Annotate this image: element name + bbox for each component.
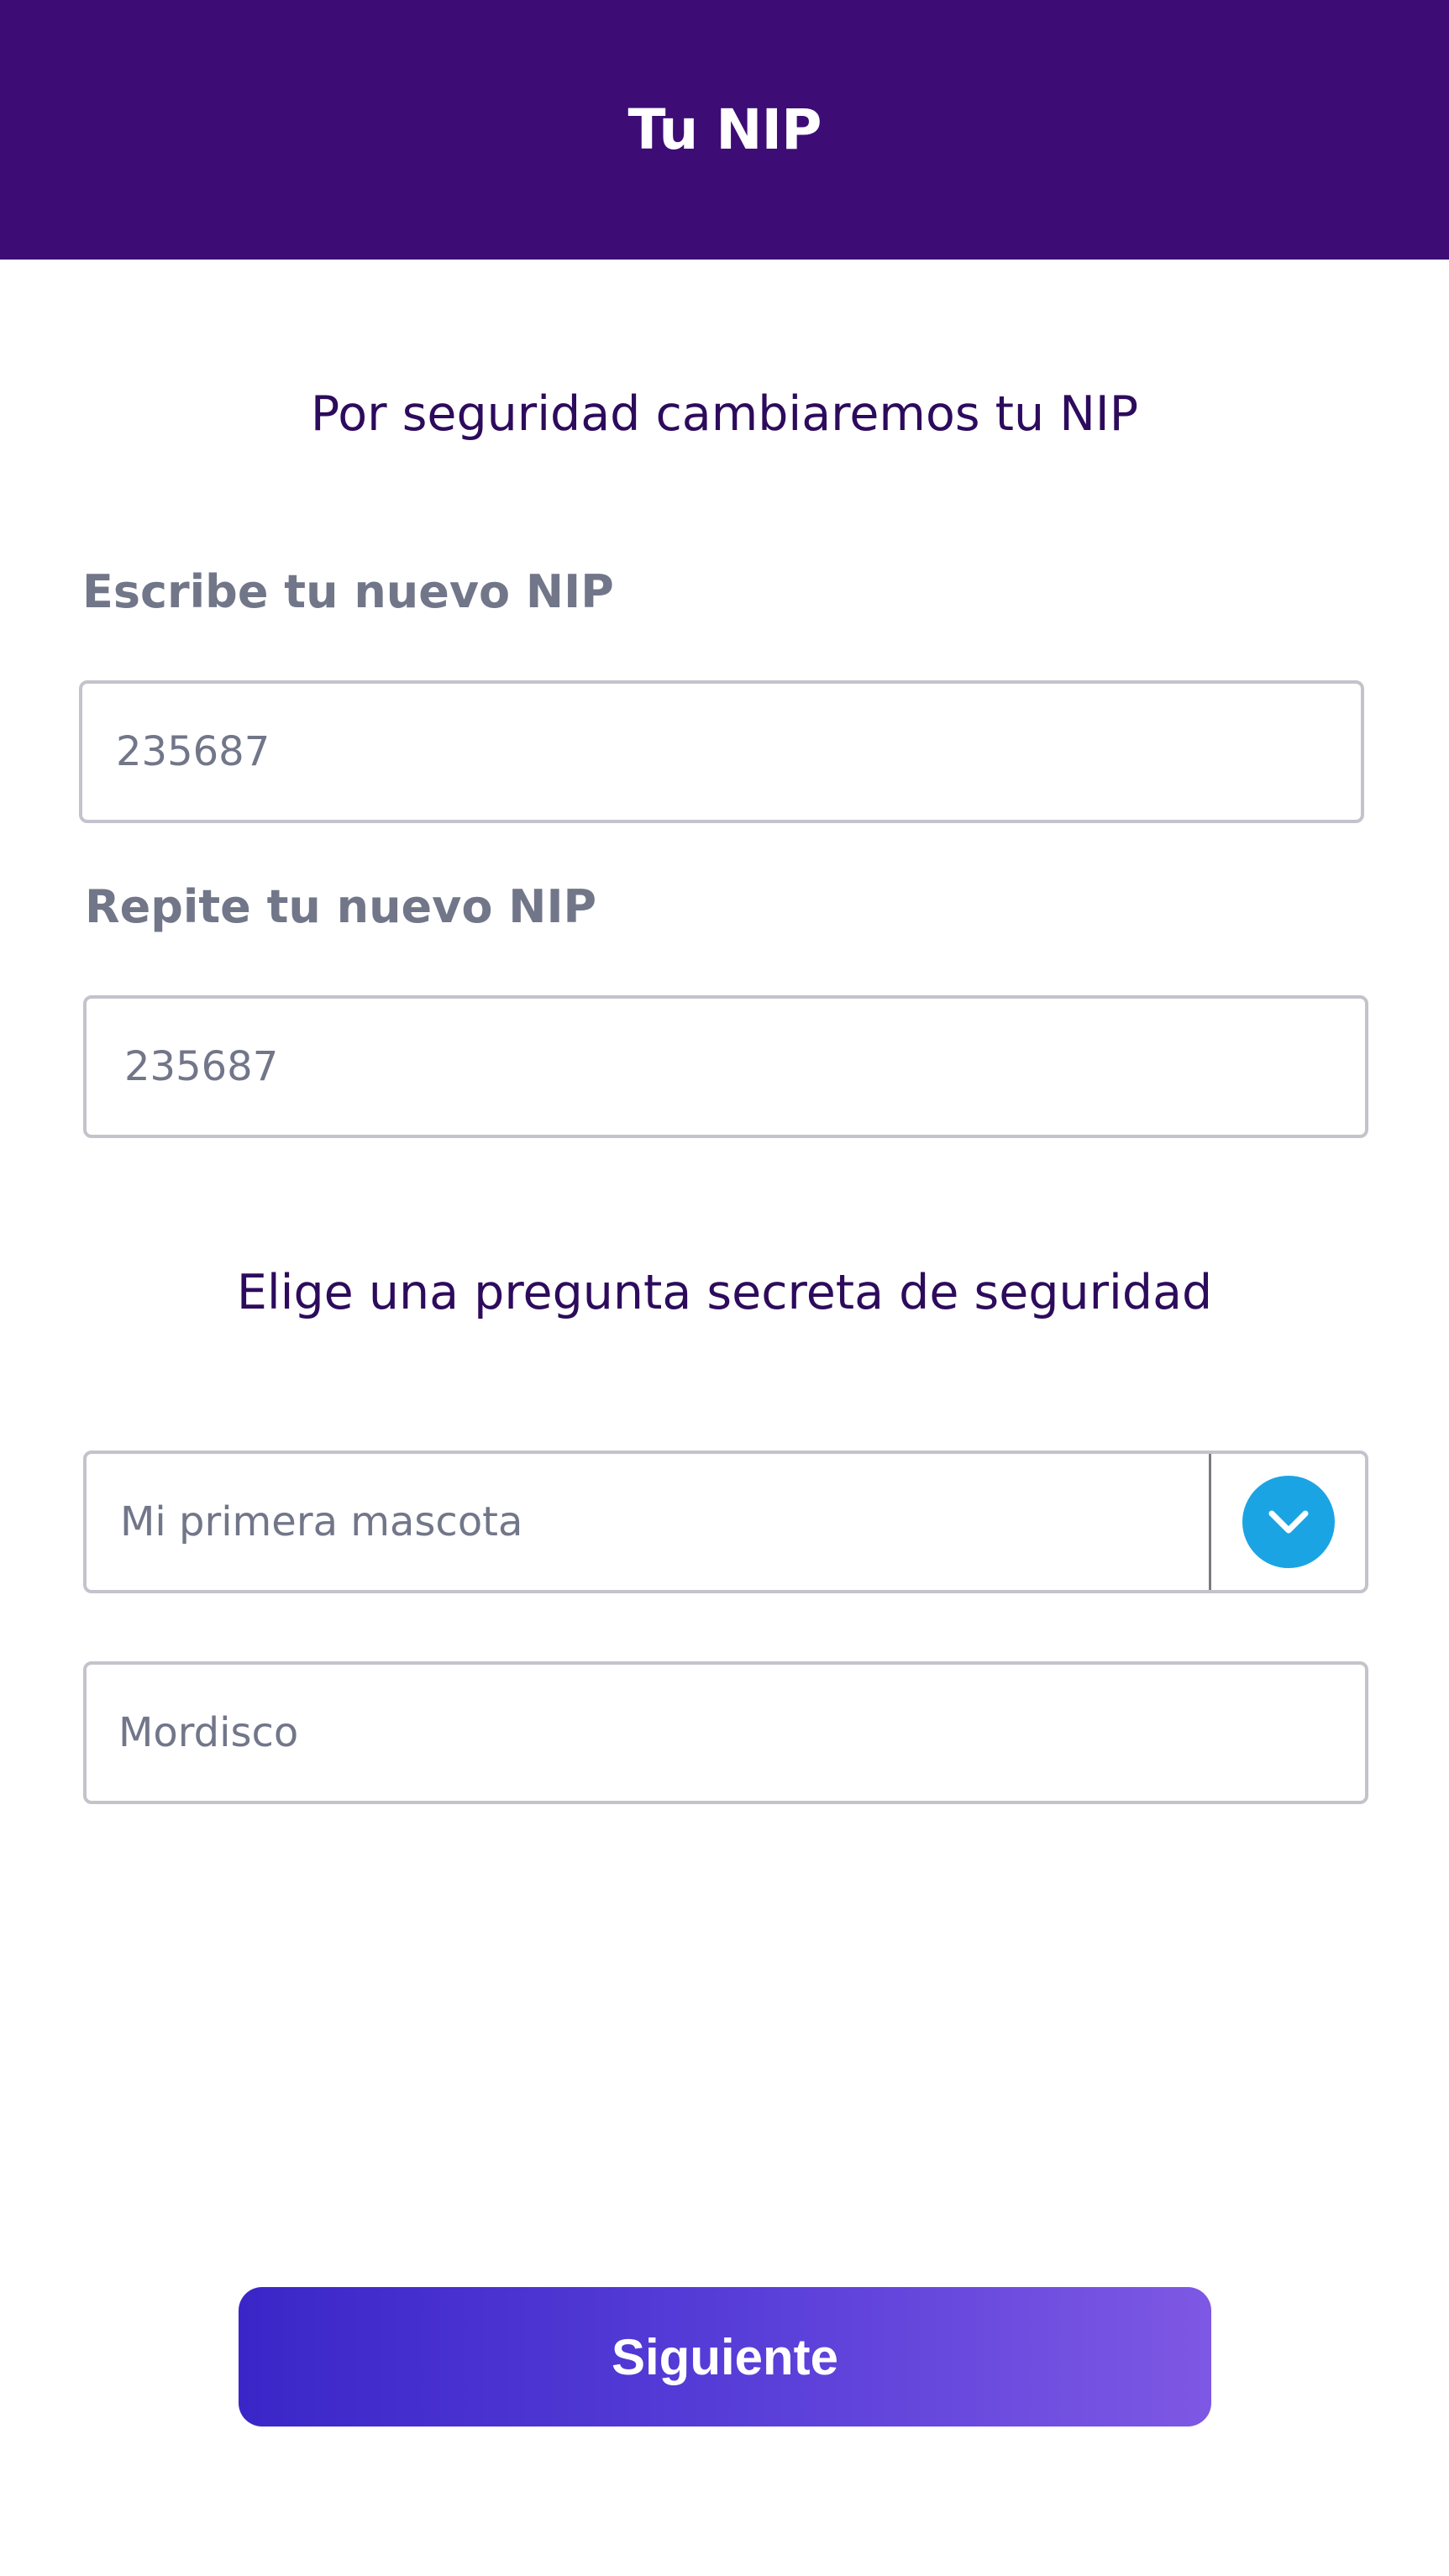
header-bar: Tu NIP xyxy=(0,0,1449,260)
chevron-down-icon xyxy=(1242,1476,1335,1568)
new-pin-label: Escribe tu nuevo NIP xyxy=(82,565,614,618)
security-question-value: Mi primera mascota xyxy=(120,1498,523,1545)
security-question-select[interactable]: Mi primera mascota xyxy=(83,1451,1368,1593)
repeat-pin-label: Repite tu nuevo NIP xyxy=(85,880,597,933)
intro-text: Por seguridad cambiaremos tu NIP xyxy=(310,386,1139,442)
security-answer-input[interactable] xyxy=(87,1665,1365,1801)
new-pin-field[interactable] xyxy=(79,680,1364,823)
repeat-pin-input[interactable] xyxy=(87,999,1365,1135)
security-question-heading: Elige una pregunta secreta de seguridad xyxy=(236,1265,1213,1320)
next-button[interactable]: Siguiente xyxy=(239,2287,1211,2426)
security-question-toggle[interactable] xyxy=(1209,1454,1365,1590)
new-pin-input[interactable] xyxy=(82,684,1361,820)
page-title: Tu NIP xyxy=(627,97,822,162)
security-answer-field[interactable] xyxy=(83,1661,1368,1804)
repeat-pin-field[interactable] xyxy=(83,995,1368,1138)
